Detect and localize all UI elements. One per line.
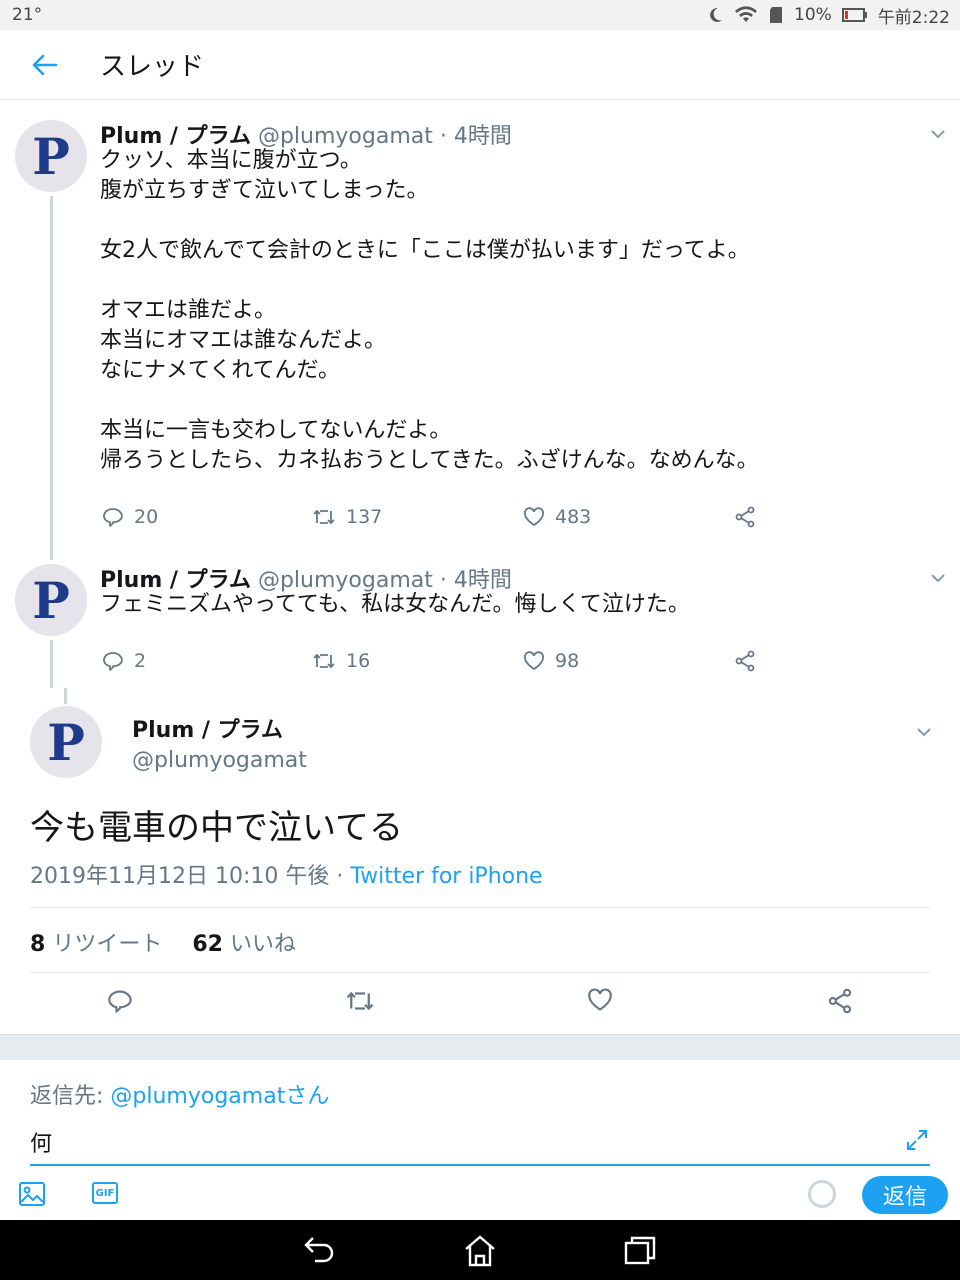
share-icon[interactable]: [827, 988, 853, 1014]
retweet-icon: [313, 509, 335, 525]
tweet-text: フェミニズムやってても、私は女なんだ。悔しくて泣けた。: [100, 592, 690, 617]
reply-count: 2: [134, 650, 147, 672]
retweet-stat[interactable]: 8 リツイート: [30, 926, 162, 958]
chevron-down-icon[interactable]: [928, 568, 948, 588]
retweet-count: 137: [346, 506, 383, 528]
back-icon[interactable]: [303, 1234, 337, 1266]
focused-tweet-actions: [0, 988, 960, 1020]
focused-author-name[interactable]: Plum / プラム: [132, 712, 283, 744]
like-stat-count: 62: [192, 932, 223, 957]
retweet-stat-count: 8: [30, 932, 46, 957]
like-button[interactable]: 98: [523, 650, 579, 672]
avatar[interactable]: P: [15, 564, 87, 636]
share-button[interactable]: [734, 506, 756, 528]
like-button[interactable]: 483: [523, 506, 591, 528]
heart-icon[interactable]: [587, 988, 613, 1012]
gif-button[interactable]: GIF: [92, 1182, 118, 1204]
divider: [30, 907, 930, 908]
heart-icon: [524, 507, 544, 527]
reply-button[interactable]: 返信: [862, 1176, 948, 1214]
tweet-stats: 8 リツイート 62 いいね: [30, 926, 296, 958]
like-count: 98: [555, 650, 580, 672]
wifi-icon: [735, 6, 758, 23]
retweet-icon[interactable]: [345, 988, 375, 1014]
like-stat[interactable]: 62 いいね: [192, 926, 296, 958]
chevron-down-icon[interactable]: [928, 124, 948, 144]
reply-icon[interactable]: [107, 988, 133, 1014]
tweet-date: 2019年11月12日 10:10 午後 ·: [30, 864, 351, 889]
tweet-source-link[interactable]: Twitter for iPhone: [350, 864, 542, 889]
tweet-actions: 20 137 483: [100, 506, 780, 536]
image-icon[interactable]: [18, 1180, 46, 1208]
android-nav-bar: [0, 1220, 960, 1280]
reply-count: 20: [134, 506, 159, 528]
focused-avatar[interactable]: P: [30, 706, 102, 778]
expand-icon[interactable]: [905, 1128, 929, 1152]
status-bar: 21° 10% 午前2:22: [0, 0, 960, 30]
avatar[interactable]: P: [15, 120, 87, 192]
share-button[interactable]: [734, 650, 756, 672]
focused-tweet-text: 今も電車の中で泣いてる: [30, 808, 403, 848]
chevron-down-icon[interactable]: [914, 722, 934, 742]
tweet-2[interactable]: P Plum / プラム @plumyogamat · 4時間 フェミニズムやっ…: [0, 550, 960, 690]
moon-icon: [710, 7, 723, 22]
share-icon: [735, 650, 755, 672]
reply-input[interactable]: [30, 1120, 930, 1166]
battery-percent: 10%: [794, 5, 832, 25]
share-icon: [735, 506, 755, 528]
reply-to-mention[interactable]: @plumyogamatさん: [110, 1084, 329, 1109]
arrow-left-icon: [32, 54, 58, 75]
page-title: スレッド: [100, 52, 205, 82]
clock: 午前2:22: [877, 7, 950, 28]
reply-icon: [103, 652, 123, 671]
retweet-count: 16: [346, 650, 371, 672]
focused-author-handle[interactable]: @plumyogamat: [132, 748, 307, 773]
temperature-indicator: 21°: [12, 5, 43, 25]
reply-button[interactable]: 20: [102, 506, 158, 528]
like-stat-label: いいね: [229, 932, 296, 957]
home-icon[interactable]: [463, 1234, 497, 1268]
thread-line: [50, 640, 53, 688]
reply-icon: [103, 508, 123, 527]
heart-icon: [524, 651, 544, 671]
tweet-meta: 2019年11月12日 10:10 午後 · Twitter for iPhon…: [30, 858, 543, 890]
gif-label: GIF: [95, 1187, 115, 1199]
thread-line: [50, 196, 53, 560]
tweet-actions: 2 16 98: [100, 650, 780, 680]
tweet-text: クッソ、本当に腹が立つ。 腹が立ちすぎて泣いてしまった。 女2人で飲んでて会計の…: [100, 148, 759, 473]
retweet-icon: [313, 653, 335, 669]
retweet-button[interactable]: 137: [312, 506, 382, 528]
retweet-stat-label: リツイート: [52, 932, 163, 957]
thread-line: [64, 688, 67, 704]
app-header: スレッド: [0, 30, 960, 100]
tweet-1[interactable]: P Plum / プラム @plumyogamat · 4時間 クッソ、本当に腹…: [0, 100, 960, 560]
divider: [30, 972, 930, 973]
recent-apps-icon[interactable]: [623, 1234, 657, 1266]
reply-button[interactable]: 2: [102, 650, 146, 672]
battery-icon: [841, 8, 867, 22]
sd-card-icon: [770, 7, 783, 23]
reply-to-prefix: 返信先:: [30, 1084, 111, 1109]
character-counter: [808, 1180, 836, 1208]
like-count: 483: [555, 506, 592, 528]
back-button[interactable]: [0, 30, 90, 100]
retweet-button[interactable]: 16: [312, 650, 370, 672]
reply-to-label: 返信先: @plumyogamatさん: [30, 1078, 329, 1110]
section-separator: [0, 1034, 960, 1060]
